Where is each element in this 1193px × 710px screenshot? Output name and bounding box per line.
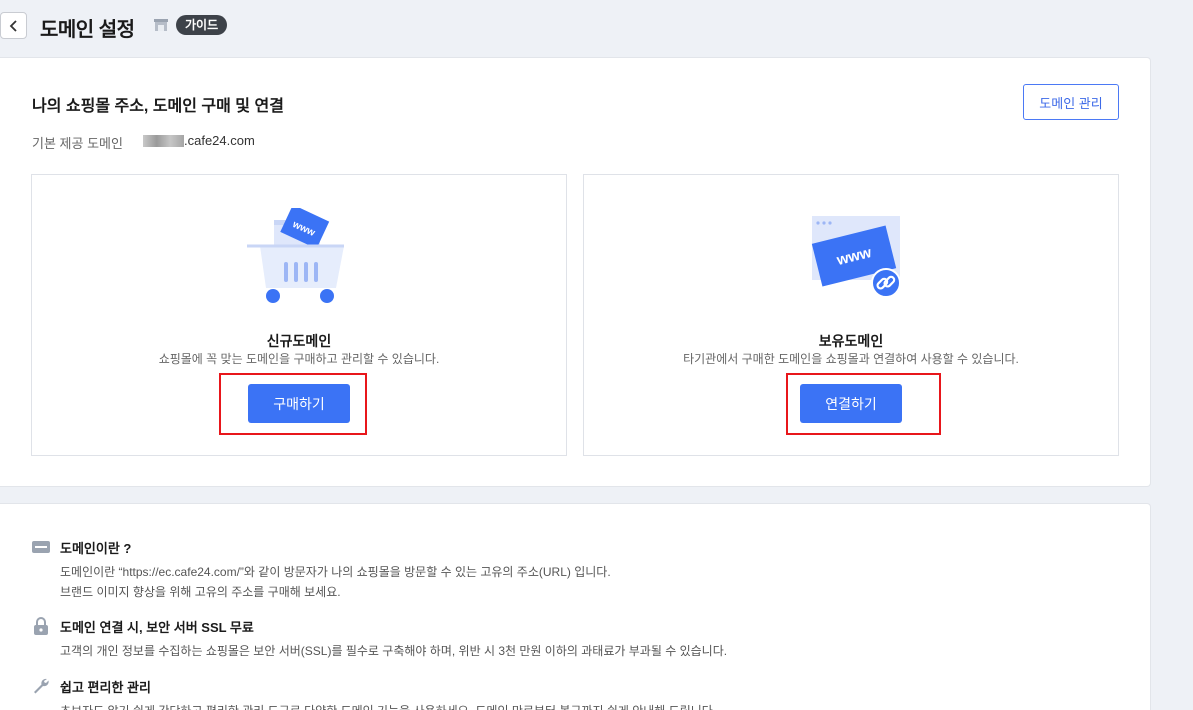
info-line: 브랜드 이미지 향상을 위해 고유의 주소를 구매해 보세요. — [60, 585, 341, 599]
wrench-icon — [34, 678, 49, 694]
page-title: 도메인 설정 — [40, 19, 135, 41]
default-domain-label: 기본 제공 도메인 — [32, 136, 123, 151]
new-domain-description: 쇼핑몰에 꼭 맞는 도메인을 구매하고 관리할 수 있습니다. — [158, 352, 440, 366]
info-line: 초보자도 알기 쉽게 간단하고 편리한 관리 도구로 다양한 도메인 기능을 사… — [60, 702, 716, 710]
shopping-cart-icon: www — [247, 208, 344, 303]
domain-link-icon: www — [811, 216, 901, 298]
guide-badge[interactable]: 가이드 — [176, 15, 228, 35]
info-title: 도메인이란 ? — [60, 541, 132, 556]
owned-domain-card: www 보유도메인 타기관에서 구매한 도메인을 쇼핑몰과 연결하여 사용할 수… — [583, 174, 1119, 456]
domain-purchase-panel: 나의 쇼핑몰 주소, 도메인 구매 및 연결 도메인 관리 기본 제공 도메인 … — [0, 57, 1151, 487]
lock-icon — [34, 617, 48, 635]
domain-manage-button[interactable]: 도메인 관리 — [1023, 84, 1119, 120]
purchase-button[interactable]: 구매하기 — [248, 384, 350, 423]
domain-info-panel: 도메인이란 ? 도메인이란 “https://ec.cafe24.com/”와 … — [0, 503, 1151, 710]
storefront-icon — [154, 19, 168, 31]
info-title: 쉽고 편리한 관리 — [60, 680, 151, 695]
info-title: 도메인 연결 시, 보안 서버 SSL 무료 — [60, 620, 254, 635]
masked-subdomain — [143, 135, 184, 147]
domain-icon — [32, 541, 50, 553]
info-line: 도메인이란 “https://ec.cafe24.com/”와 같이 방문자가 … — [60, 565, 611, 579]
owned-domain-description: 타기관에서 구매한 도메인을 쇼핑몰과 연결하여 사용할 수 있습니다. — [683, 352, 1019, 366]
info-line: 고객의 개인 정보를 수집하는 쇼핑몰은 보안 서버(SSL)를 필수로 구축해… — [60, 644, 728, 658]
chevron-left-icon — [9, 19, 17, 32]
default-domain-value: .cafe24.com — [184, 133, 255, 148]
new-domain-card: www 신규도메인 쇼핑몰에 꼭 맞는 도메인을 구매하고 관리할 수 있습니다… — [31, 174, 567, 456]
back-button[interactable] — [0, 12, 27, 39]
owned-domain-title: 보유도메인 — [818, 333, 884, 349]
section-title: 나의 쇼핑몰 주소, 도메인 구매 및 연결 — [32, 98, 284, 115]
connect-button[interactable]: 연결하기 — [800, 384, 902, 423]
new-domain-title: 신규도메인 — [266, 333, 332, 349]
page-header: 도메인 설정 가이드 — [0, 0, 1193, 52]
